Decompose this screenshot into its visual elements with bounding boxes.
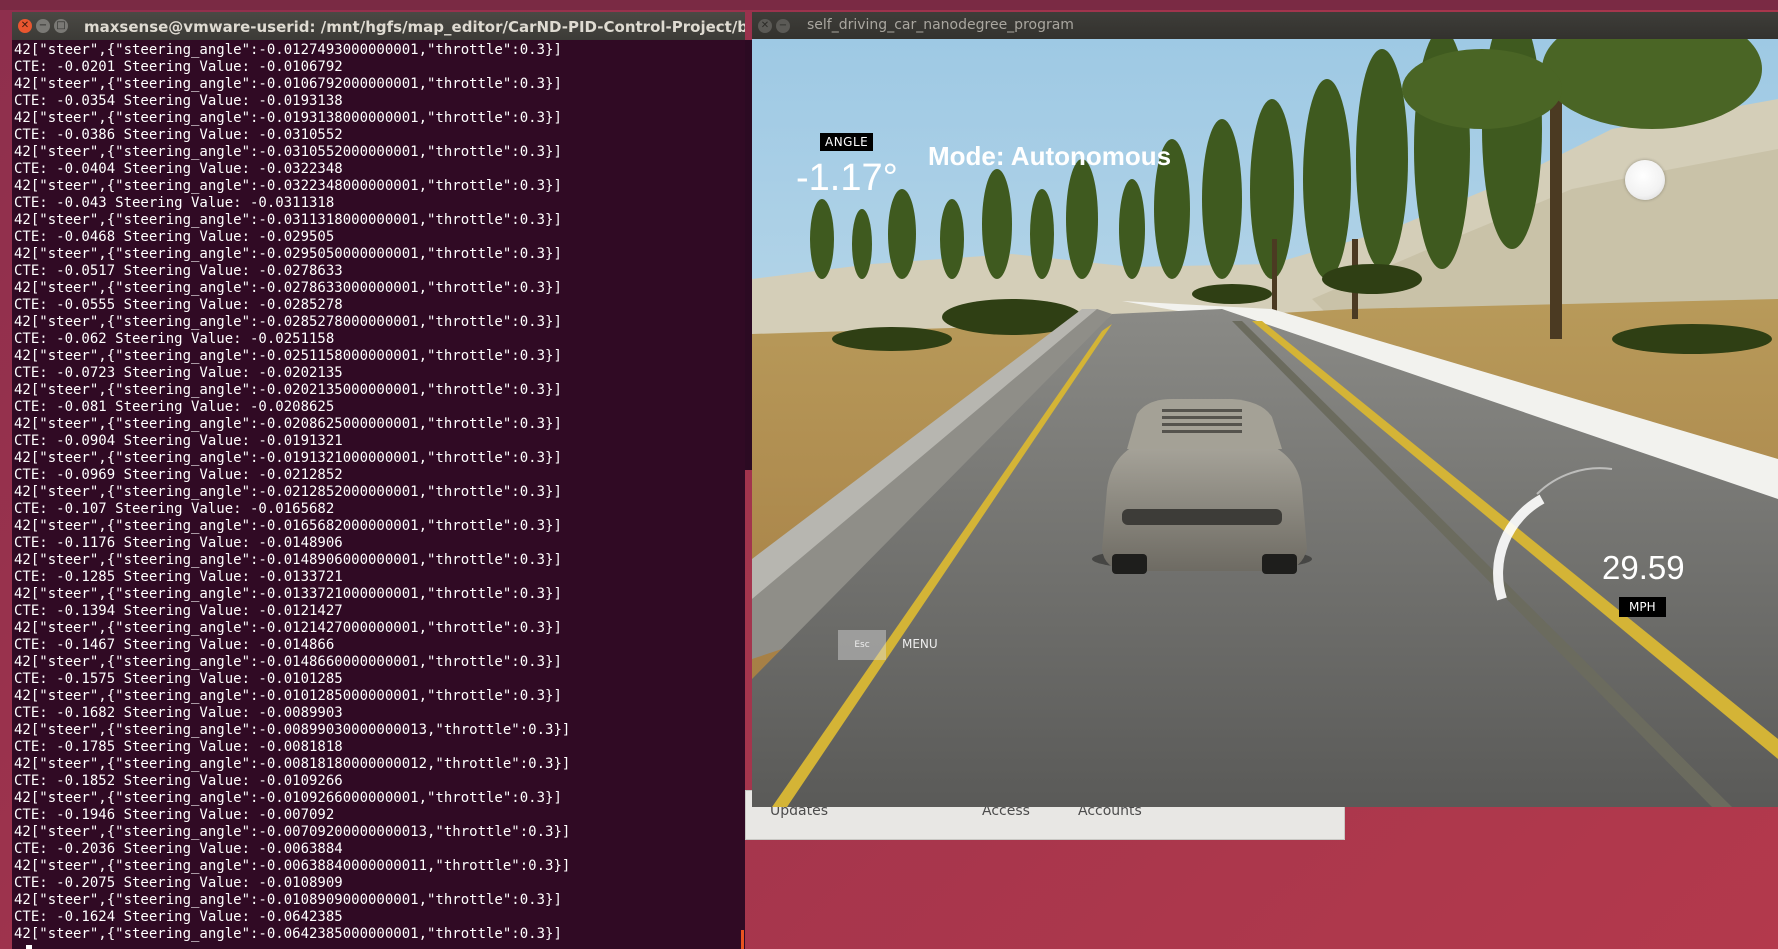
desktop-top-strip [0, 0, 1778, 10]
terminal-line: 42["steer",{"steering_angle":-0.03113180… [14, 212, 562, 228]
terminal-line: CTE: -0.1682 Steering Value: -0.0089903 [14, 705, 343, 721]
terminal-line: 42["steer",{"steering_angle":-0.01337210… [14, 586, 562, 602]
terminal-line: CTE: -0.2036 Steering Value: -0.0063884 [14, 841, 343, 857]
mode-label: Mode: Autonomous [928, 141, 1172, 171]
terminal-line: 42["steer",{"steering_angle":-0.01656820… [14, 518, 562, 534]
terminal-line: CTE: -0.1285 Steering Value: -0.0133721 [14, 569, 343, 585]
terminal-line: CTE: -0.043 Steering Value: -0.0311318 [14, 195, 335, 211]
terminal-line: CTE: -0.0969 Steering Value: -0.0212852 [14, 467, 343, 483]
terminal-line: CTE: -0.1575 Steering Value: -0.0101285 [14, 671, 343, 687]
minimize-icon[interactable]: − [776, 18, 790, 33]
terminal-output[interactable]: 42["steer",{"steering_angle":-0.01274930… [12, 40, 745, 943]
terminal-line: 42["steer",{"steering_angle":-0.00638840… [14, 858, 571, 874]
maximize-icon[interactable]: □ [54, 19, 68, 33]
terminal-line: CTE: -0.0468 Steering Value: -0.029505 [14, 229, 335, 245]
terminal-line: 42["steer",{"steering_angle":-0.01931380… [14, 110, 562, 126]
terminal-line: 42["steer",{"steering_angle":-0.00709200… [14, 824, 571, 840]
terminal-line: 42["steer",{"steering_angle":-0.02128520… [14, 484, 562, 500]
terminal-line: CTE: -0.107 Steering Value: -0.0165682 [14, 501, 335, 517]
close-icon[interactable]: ✕ [18, 19, 32, 33]
terminal-line: CTE: -0.0354 Steering Value: -0.0193138 [14, 93, 343, 109]
terminal-line: CTE: -0.0723 Steering Value: -0.0202135 [14, 365, 343, 381]
terminal-line: 42["steer",{"steering_angle":-0.02852780… [14, 314, 562, 330]
minimize-icon[interactable]: − [36, 19, 50, 33]
terminal-line: 42["steer",{"steering_angle":-0.02950500… [14, 246, 562, 262]
terminal-line: 42["steer",{"steering_angle":-0.01067920… [14, 76, 562, 92]
terminal-line: CTE: -0.0555 Steering Value: -0.0285278 [14, 297, 343, 313]
terminal-line: CTE: -0.0201 Steering Value: -0.0106792 [14, 59, 343, 75]
terminal-line: 42["steer",{"steering_angle":-0.02086250… [14, 416, 562, 432]
close-icon[interactable]: ✕ [758, 18, 772, 33]
terminal-line: CTE: -0.0386 Steering Value: -0.0310552 [14, 127, 343, 143]
terminal-line: 42["steer",{"steering_angle":-0.01092660… [14, 790, 562, 806]
terminal-line: 42["steer",{"steering_angle":-0.01274930… [14, 42, 562, 58]
angle-label: ANGLE [820, 133, 874, 151]
simulator-titlebar[interactable]: ✕ − self_driving_car_nanodegree_program [752, 12, 1778, 39]
terminal-line: CTE: -0.0404 Steering Value: -0.0322348 [14, 161, 343, 177]
terminal-line: CTE: -0.0904 Steering Value: -0.0191321 [14, 433, 343, 449]
terminal-line: CTE: -0.1946 Steering Value: -0.007092 [14, 807, 335, 823]
terminal-title: maxsense@vmware-userid: /mnt/hgfs/map_ed… [84, 18, 745, 36]
terminal-line: CTE: -0.081 Steering Value: -0.0208625 [14, 399, 335, 415]
terminal-line: 42["steer",{"steering_angle":-0.03105520… [14, 144, 562, 160]
terminal-line: 42["steer",{"steering_angle":-0.01012850… [14, 688, 562, 704]
terminal-titlebar[interactable]: ✕ − □ maxsense@vmware-userid: /mnt/hgfs/… [12, 12, 745, 40]
simulator-window[interactable]: ✕ − self_driving_car_nanodegree_program [752, 12, 1778, 807]
terminal-line: CTE: -0.1176 Steering Value: -0.0148906 [14, 535, 343, 551]
terminal-line: 42["steer",{"steering_angle":-0.03223480… [14, 178, 562, 194]
angle-value: -1.17° [796, 157, 898, 199]
terminal-line: 42["steer",{"steering_angle":-0.01089090… [14, 892, 562, 908]
terminal-line: 42["steer",{"steering_angle":-0.01486600… [14, 654, 562, 670]
scroll-indicator [741, 930, 744, 949]
terminal-line: 42["steer",{"steering_angle":-0.00818180… [14, 756, 571, 772]
terminal-line: CTE: -0.1852 Steering Value: -0.0109266 [14, 773, 343, 789]
terminal-line: CTE: -0.1394 Steering Value: -0.0121427 [14, 603, 343, 619]
speed-value: 29.59 [1602, 549, 1685, 586]
terminal-window[interactable]: ✕ − □ maxsense@vmware-userid: /mnt/hgfs/… [12, 12, 745, 949]
terminal-line: 42["steer",{"steering_angle":-0.02511580… [14, 348, 562, 364]
terminal-line: 42["steer",{"steering_angle":-0.01214270… [14, 620, 562, 636]
terminal-line: 42["steer",{"steering_angle":-0.01913210… [14, 450, 562, 466]
terminal-line: CTE: -0.2075 Steering Value: -0.0108909 [14, 875, 343, 891]
terminal-line: CTE: -0.1785 Steering Value: -0.0081818 [14, 739, 343, 755]
driving-scene [752, 39, 1778, 807]
speed-unit: MPH [1619, 597, 1666, 617]
menu-label[interactable]: MENU [902, 637, 938, 651]
terminal-line: CTE: -0.1467 Steering Value: -0.014866 [14, 637, 335, 653]
terminal-line: 42["steer",{"steering_angle":-0.00899030… [14, 722, 571, 738]
terminal-line: 42["steer",{"steering_angle":-0.01489060… [14, 552, 562, 568]
terminal-cursor [26, 945, 32, 949]
terminal-line: CTE: -0.1624 Steering Value: -0.0642385 [14, 909, 343, 925]
terminal-line: CTE: -0.0517 Steering Value: -0.0278633 [14, 263, 343, 279]
terminal-line: 42["steer",{"steering_angle":-0.02021350… [14, 382, 562, 398]
terminal-line: 42["steer",{"steering_angle":-0.06423850… [14, 926, 562, 942]
terminal-line: CTE: -0.062 Steering Value: -0.0251158 [14, 331, 335, 347]
terminal-line: 42["steer",{"steering_angle":-0.02786330… [14, 280, 562, 296]
simulator-title: self_driving_car_nanodegree_program [807, 17, 1074, 33]
esc-button[interactable]: Esc [838, 630, 886, 660]
knob-icon[interactable] [1625, 160, 1665, 200]
